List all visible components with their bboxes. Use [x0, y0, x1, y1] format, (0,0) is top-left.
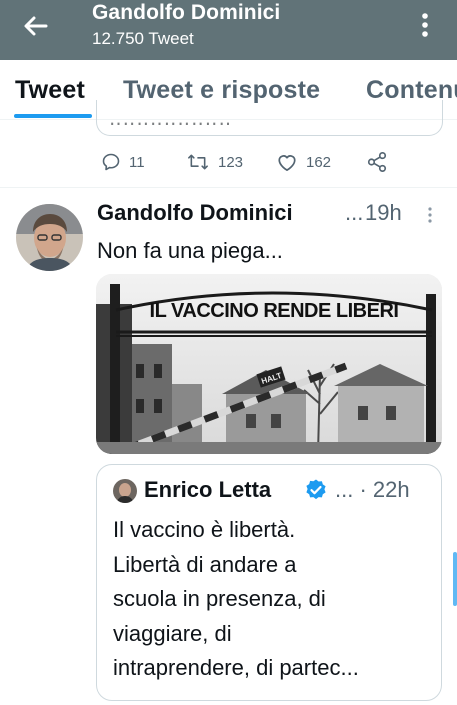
tweet-header: Gandolfo Dominici ... 19h [97, 200, 442, 232]
active-tab-indicator [14, 114, 92, 118]
tweet-menu-icon[interactable] [427, 206, 433, 224]
avatar[interactable] [16, 204, 83, 271]
gate-text: IL VACCINO RENDE LIBERI [150, 300, 399, 322]
quoted-avatar [113, 479, 137, 503]
quoted-text-line: Il vaccino è libertà. [113, 517, 296, 542]
arrow-left-icon[interactable] [20, 10, 52, 42]
verified-badge-icon [306, 479, 326, 500]
scrollbar-thumb[interactable] [453, 552, 457, 606]
share-icon [367, 152, 387, 172]
tweet-divider [0, 187, 457, 188]
truncated-handle: ... [345, 200, 364, 225]
tab-tweet[interactable]: Tweet [15, 76, 85, 105]
reply-icon [102, 153, 120, 171]
quoted-tweet[interactable]: Enrico Letta ... · 22h Il vaccino è libe… [96, 464, 442, 701]
previous-tweet-card[interactable]: ‥‥‥‥‥‥‥‥‥ [96, 100, 443, 136]
quoted-meta: ... · 22h [335, 477, 410, 502]
quoted-text-line: viaggiare, di [113, 620, 232, 646]
heart-icon [278, 155, 296, 172]
quoted-author-name: Enrico Letta [144, 477, 272, 502]
like-count: 162 [306, 153, 332, 171]
previous-tweet-actions: 11 123 162 [96, 148, 416, 176]
quoted-text-line: Libertà di andare a [113, 551, 297, 577]
tweet-text: Non fa una piega... [97, 238, 283, 263]
reply-count: 11 [129, 153, 145, 171]
like-button[interactable]: 162 [276, 148, 331, 176]
retweet-icon [188, 154, 208, 170]
author-name[interactable]: Gandolfo Dominici [97, 200, 293, 226]
quoted-text-line: scuola in presenza, di [113, 586, 326, 611]
app-bar: Gandolfo Dominici 12.750 Tweet [0, 0, 457, 60]
tweet-count: 12.750 Tweet [92, 29, 194, 48]
tweet-time[interactable]: 19h [365, 200, 402, 226]
profile-name-title: Gandolfo Dominici [92, 1, 281, 24]
quoted-text-line: intraprendere, di partec... [113, 655, 359, 680]
more-vertical-icon[interactable] [414, 10, 436, 40]
tweet-image[interactable]: IL VACCINO RENDE LIBERI HALT [96, 274, 442, 454]
reply-button[interactable]: 11 [101, 148, 145, 176]
share-button[interactable] [366, 148, 388, 176]
quoted-text: Il vaccino è libertà. Libertà di andare … [113, 513, 433, 686]
retweet-count: 123 [218, 153, 244, 171]
retweet-button[interactable]: 123 [186, 148, 243, 176]
